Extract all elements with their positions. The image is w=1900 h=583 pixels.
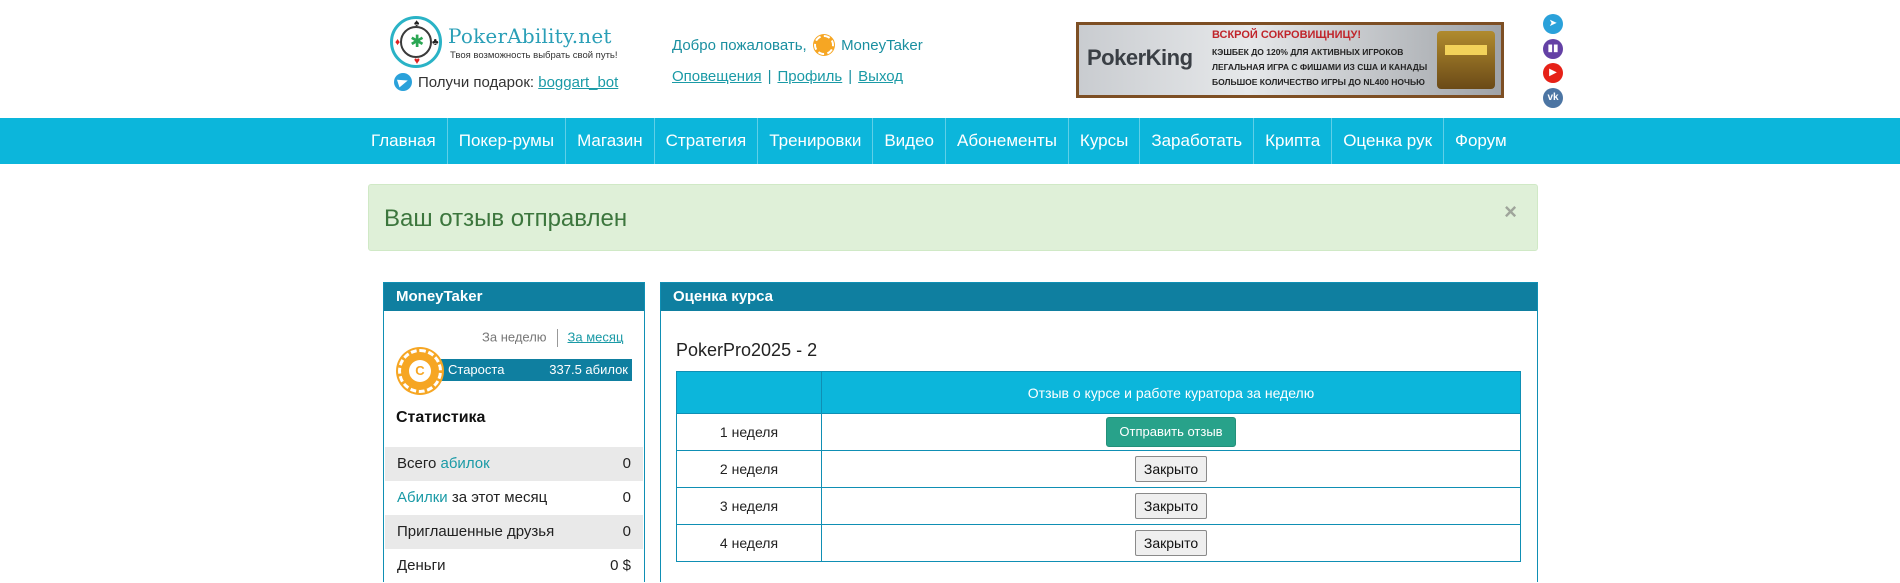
nav-item-home[interactable]: Главная bbox=[360, 118, 448, 164]
username: MoneyTaker bbox=[841, 36, 923, 54]
site-header: ♠ ♥ ♦ ♣ ✱ PokerAbility.net Твоя возможност… bbox=[0, 0, 1900, 118]
nav-item-shop[interactable]: Магазин bbox=[566, 118, 655, 164]
stat-value: 0 bbox=[622, 455, 631, 472]
course-review-panel: Оценка курса PokerPro2025 - 2 Отзыв о ку… bbox=[660, 282, 1538, 582]
logo-title: PokerAbility.net bbox=[448, 24, 612, 48]
telegram-icon bbox=[394, 73, 412, 92]
rank-value: 337.5 абилок bbox=[549, 362, 628, 377]
period-month-tab[interactable]: За месяц bbox=[568, 329, 624, 344]
vk-icon[interactable]: vk bbox=[1543, 87, 1563, 108]
table-header-row: Отзыв о курсе и работе куратора за недел… bbox=[676, 371, 1521, 414]
notifications-link[interactable]: Оповещения bbox=[672, 68, 762, 85]
course-title: PokerPro2025 - 2 bbox=[676, 340, 818, 360]
closed-button[interactable]: Закрыто bbox=[1134, 530, 1208, 556]
abilki-link[interactable]: Абилки bbox=[397, 489, 448, 506]
profile-link[interactable]: Профиль bbox=[777, 68, 842, 85]
table-row: 1 неделя Отправить отзыв bbox=[676, 413, 1521, 451]
success-alert: Ваш отзыв отправлен × bbox=[368, 184, 1538, 251]
sidebar-title: MoneyTaker bbox=[384, 283, 644, 311]
banner-title: ВСКРОЙ СОКРОВИЩНИЦУ! bbox=[1212, 29, 1362, 41]
nav-item-subscriptions[interactable]: Абонементы bbox=[946, 118, 1069, 164]
nav-item-hand-review[interactable]: Оценка рук bbox=[1332, 118, 1445, 164]
coin-icon bbox=[813, 35, 834, 55]
site-logo[interactable]: ♠ ♥ ♦ ♣ ✱ PokerAbility.net Твоя возможност… bbox=[390, 14, 630, 72]
gift-bot-link[interactable]: boggart_bot bbox=[538, 74, 618, 91]
table-header-week bbox=[676, 371, 822, 414]
youtube-icon[interactable]: ▶ bbox=[1543, 63, 1563, 83]
close-icon[interactable]: × bbox=[1504, 199, 1517, 225]
logout-link[interactable]: Выход bbox=[858, 68, 903, 85]
rank-chip-icon: С bbox=[398, 349, 442, 393]
banner-brand: PokerKing bbox=[1087, 45, 1193, 70]
rank-name: Староста bbox=[448, 362, 505, 377]
nav-item-courses[interactable]: Курсы bbox=[1069, 118, 1141, 164]
stat-row-month: Абилки за этот месяц 0 bbox=[385, 481, 643, 515]
alert-message: Ваш отзыв отправлен bbox=[384, 205, 628, 232]
treasure-chest-icon bbox=[1437, 31, 1495, 89]
main-nav: Главная Покер-румы Магазин Стратегия Тре… bbox=[0, 118, 1900, 164]
week-label: 1 неделя bbox=[676, 413, 822, 451]
week-label: 3 неделя bbox=[676, 487, 822, 525]
user-links: Оповещения | Профиль | Выход bbox=[672, 68, 904, 85]
send-review-button[interactable]: Отправить отзыв bbox=[1106, 417, 1236, 447]
stat-row-total: Всего абилок 0 bbox=[385, 447, 643, 481]
social-links: ➤ ▮▮ ▶ vk bbox=[1543, 14, 1563, 112]
nav-item-trainings[interactable]: Тренировки bbox=[758, 118, 874, 164]
welcome-text: Добро пожаловать, bbox=[672, 36, 807, 54]
nav-item-crypto[interactable]: Крипта bbox=[1254, 118, 1333, 164]
stat-value: 0 $ bbox=[610, 557, 631, 574]
period-switch: За неделю За месяц bbox=[482, 329, 623, 347]
weekly-review-table: Отзыв о курсе и работе куратора за недел… bbox=[676, 371, 1521, 562]
stat-row-money: Деньги 0 $ bbox=[385, 549, 643, 583]
week-label: 2 неделя bbox=[676, 450, 822, 488]
table-row: 2 неделя Закрыто bbox=[676, 450, 1521, 488]
logo-tagline: Твоя возможность выбрать свой путь! bbox=[450, 50, 618, 61]
gift-text: Получи подарок: bbox=[418, 74, 535, 91]
user-sidebar: MoneyTaker За неделю За месяц Староста 33… bbox=[383, 282, 645, 582]
stat-row-friends: Приглашенные друзья 0 bbox=[385, 515, 643, 549]
week-label: 4 неделя bbox=[676, 524, 822, 562]
banner-line: БОЛЬШОЕ КОЛИЧЕСТВО ИГРЫ ДО NL400 НОЧЬЮ bbox=[1212, 77, 1425, 87]
table-row: 3 неделя Закрыто bbox=[676, 487, 1521, 525]
pokerking-banner[interactable]: PokerKing ВСКРОЙ СОКРОВИЩНИЦУ! КЭШБЕК ДО… bbox=[1076, 22, 1504, 98]
stats-list: Всего абилок 0 Абилки за этот месяц 0 Пр… bbox=[385, 447, 643, 583]
table-row: 4 неделя Закрыто bbox=[676, 524, 1521, 562]
twitch-icon[interactable]: ▮▮ bbox=[1543, 38, 1563, 59]
period-week-tab[interactable]: За неделю bbox=[482, 329, 547, 344]
closed-button[interactable]: Закрыто bbox=[1134, 456, 1208, 482]
banner-line: ЛЕГАЛЬНАЯ ИГРА С ФИШАМИ ИЗ США И КАНАДЫ bbox=[1212, 62, 1428, 72]
nav-item-poker-rooms[interactable]: Покер-румы bbox=[448, 118, 567, 164]
nav-item-forum[interactable]: Форум bbox=[1444, 118, 1518, 164]
nav-item-video[interactable]: Видео bbox=[873, 118, 946, 164]
user-rank: Староста 337.5 абилок С bbox=[398, 349, 632, 395]
logo-emblem-icon: ♠ ♥ ♦ ♣ ✱ bbox=[390, 16, 442, 68]
panel-title: Оценка курса bbox=[661, 283, 1537, 311]
rank-bar: Староста 337.5 абилок bbox=[426, 359, 632, 381]
nav-item-earn[interactable]: Заработать bbox=[1140, 118, 1255, 164]
gift-promo: Получи подарок: boggart_bot bbox=[394, 73, 618, 94]
table-header-review: Отзыв о курсе и работе куратора за недел… bbox=[821, 371, 1521, 414]
stat-value: 0 bbox=[622, 523, 631, 540]
nav-item-strategy[interactable]: Стратегия bbox=[655, 118, 759, 164]
closed-button[interactable]: Закрыто bbox=[1134, 493, 1208, 519]
banner-line: КЭШБЕК ДО 120% ДЛЯ АКТИВНЫХ ИГРОКОВ bbox=[1212, 47, 1404, 57]
abilki-link[interactable]: абилок bbox=[441, 455, 490, 472]
stat-value: 0 bbox=[622, 489, 631, 506]
stats-title: Статистика bbox=[396, 409, 486, 426]
welcome-message: Добро пожаловать, MoneyTaker bbox=[672, 35, 923, 56]
telegram-icon[interactable]: ➤ bbox=[1543, 14, 1563, 34]
